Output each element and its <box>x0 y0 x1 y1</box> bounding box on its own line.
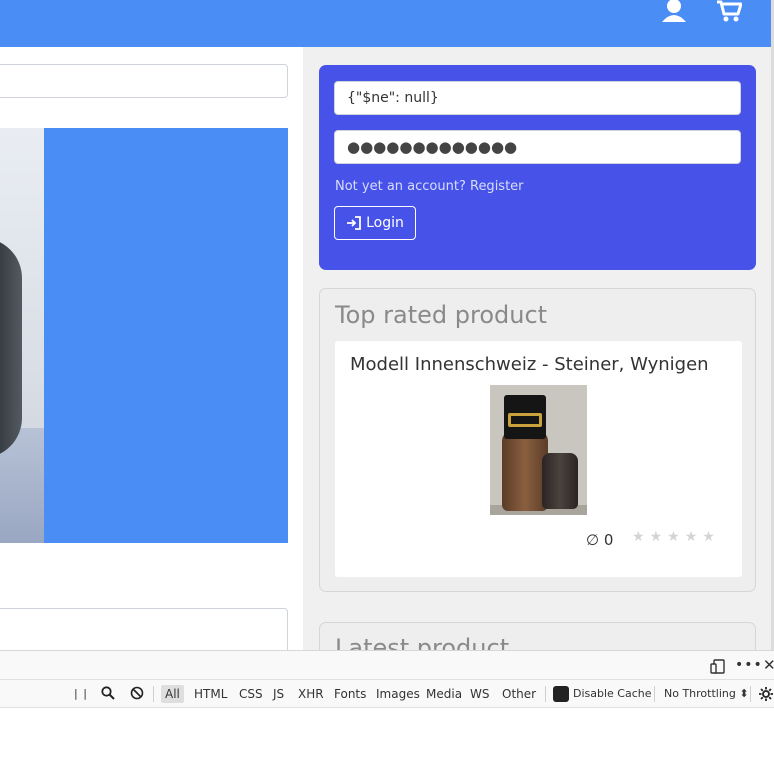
star-icon[interactable]: ★ <box>702 529 715 545</box>
top-rated-title: Top rated product <box>335 301 548 329</box>
toolbar-divider <box>153 686 154 702</box>
toolbar-divider <box>750 686 751 702</box>
close-icon[interactable]: ✕ <box>763 656 774 674</box>
password-field[interactable]: ●●●●●●●●●●●●● <box>334 130 741 164</box>
pause-icon[interactable]: | | <box>74 687 88 700</box>
filter-js[interactable]: JS <box>269 685 288 703</box>
devtools-top-bar: ••• ✕ <box>0 650 774 680</box>
user-icon[interactable] <box>660 0 688 22</box>
top-navbar <box>0 0 771 47</box>
filter-media[interactable]: Media <box>422 685 466 703</box>
more-options-icon[interactable]: ••• <box>735 657 763 673</box>
latest-product-title: Latest product <box>335 634 510 650</box>
star-icon[interactable]: ★ <box>667 529 680 545</box>
product-name[interactable]: Modell Innenschweiz - Steiner, Wynigen <box>350 354 709 375</box>
star-rating[interactable]: ★ ★ ★ ★ ★ <box>632 529 715 545</box>
sign-in-icon <box>346 216 362 230</box>
filter-css[interactable]: CSS <box>235 685 267 703</box>
product-image[interactable] <box>490 385 587 515</box>
sidebar: {"$ne": null} ●●●●●●●●●●●●● Not yet an a… <box>303 47 771 650</box>
star-icon[interactable]: ★ <box>650 529 663 545</box>
register-link[interactable]: Not yet an account? Register <box>335 179 524 194</box>
gear-icon[interactable] <box>758 686 774 702</box>
disable-cache-label[interactable]: Disable Cache <box>573 687 652 700</box>
hero-banner[interactable] <box>0 128 288 543</box>
filter-other[interactable]: Other <box>498 685 540 703</box>
star-icon[interactable]: ★ <box>685 529 698 545</box>
login-card: {"$ne": null} ●●●●●●●●●●●●● Not yet an a… <box>319 65 756 270</box>
top-rated-card: Top rated product Modell Innenschweiz - … <box>319 288 756 592</box>
toolbar-divider <box>654 686 655 702</box>
login-button[interactable]: Login <box>334 206 416 240</box>
search-icon[interactable] <box>101 686 115 700</box>
image-buckle <box>508 413 542 427</box>
block-icon[interactable] <box>130 686 144 700</box>
star-icon[interactable]: ★ <box>632 529 645 545</box>
toolbar-divider <box>545 686 546 702</box>
filter-ws[interactable]: WS <box>466 685 493 703</box>
filter-all[interactable]: All <box>161 685 184 703</box>
responsive-design-icon[interactable] <box>710 659 726 674</box>
filter-html[interactable]: HTML <box>190 685 231 703</box>
network-toolbar: | | All HTML CSS JS XHR Fonts Images Med… <box>0 680 774 708</box>
devtools-panel: ••• ✕ | | All HTML CSS JS XHR Fonts Imag… <box>0 650 774 771</box>
image-small-bell <box>542 453 578 509</box>
filter-images[interactable]: Images <box>372 685 424 703</box>
latest-product-card: Latest product <box>319 622 756 650</box>
top-rated-product[interactable]: Modell Innenschweiz - Steiner, Wynigen ∅… <box>335 341 742 577</box>
filter-xhr[interactable]: XHR <box>294 685 328 703</box>
cart-icon[interactable] <box>716 0 743 22</box>
username-field[interactable]: {"$ne": null} <box>334 81 741 115</box>
hero-product-photo <box>0 128 44 543</box>
filter-fonts[interactable]: Fonts <box>330 685 370 703</box>
main-content <box>0 47 303 668</box>
photo-bell <box>0 238 22 458</box>
disable-cache-checkbox[interactable] <box>553 686 569 702</box>
main-input-field[interactable] <box>0 64 288 98</box>
login-button-label: Login <box>366 215 404 231</box>
rating-average: ∅ 0 <box>586 531 614 549</box>
throttling-select[interactable]: No Throttling ⬍ <box>664 687 749 700</box>
